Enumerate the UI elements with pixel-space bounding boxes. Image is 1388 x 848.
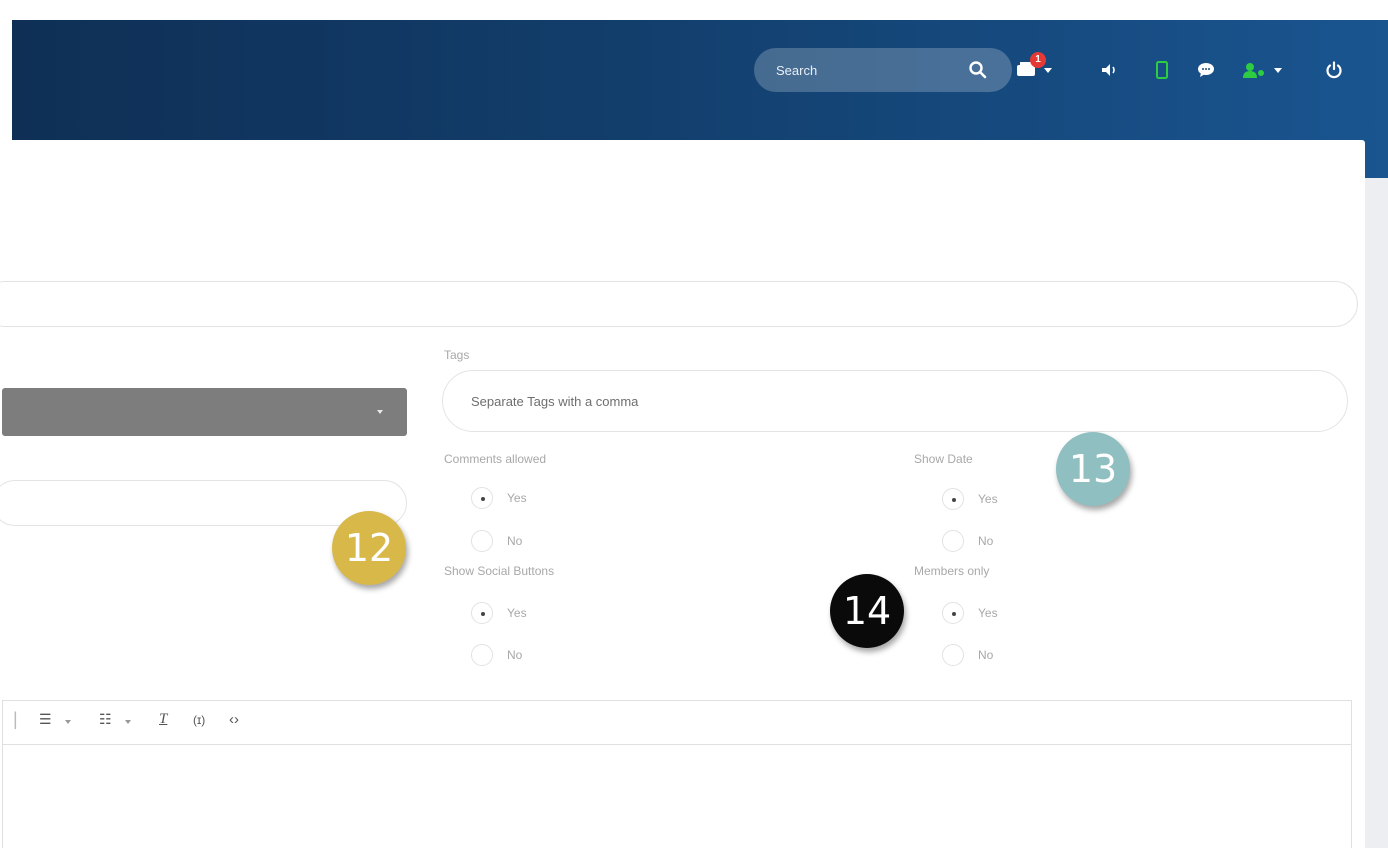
mobile-icon[interactable] [1150, 58, 1174, 82]
search-box[interactable] [754, 48, 1012, 92]
radio-label: Yes [978, 492, 998, 506]
radio-label: No [507, 648, 523, 662]
comments-allowed-label: Comments allowed [444, 452, 547, 466]
chevron-down-icon[interactable] [65, 720, 71, 724]
radio-label: Yes [978, 606, 998, 620]
user-menu[interactable] [1242, 58, 1282, 82]
radio-label: Yes [507, 491, 527, 505]
members-only-no[interactable]: No [942, 644, 993, 666]
radio-label: No [507, 534, 523, 548]
radio-unchecked-icon[interactable] [471, 530, 493, 552]
radio-checked-icon[interactable] [942, 488, 964, 510]
show-social-buttons-yes[interactable]: Yes [471, 602, 527, 624]
comments-allowed-yes[interactable]: Yes [471, 487, 527, 509]
title-input[interactable] [0, 281, 1358, 327]
post-form-card: Tags Comments allowed Yes No Show Social… [0, 140, 1365, 848]
show-date-yes[interactable]: Yes [942, 488, 998, 510]
power-icon[interactable] [1322, 58, 1346, 82]
notification-badge: 1 [1030, 51, 1046, 68]
marker-13: 13 [1056, 432, 1130, 506]
search-input[interactable] [776, 60, 956, 80]
user-icon [1243, 63, 1264, 78]
members-only-label: Members only [914, 564, 990, 578]
notification-icon: 1 [1016, 51, 1046, 83]
rich-text-editor[interactable]: | ☰ ☷ T (ɪ) ‹› [2, 700, 1352, 848]
show-date-no[interactable]: No [942, 530, 993, 552]
radio-unchecked-icon[interactable] [471, 644, 493, 666]
chevron-down-icon[interactable] [125, 720, 131, 724]
show-social-buttons-no[interactable]: No [471, 644, 522, 666]
marker-14: 14 [830, 574, 904, 648]
bulleted-list-icon[interactable]: ☰ [39, 711, 52, 728]
radio-unchecked-icon[interactable] [942, 530, 964, 552]
chevron-down-icon [1274, 67, 1282, 73]
marker-12: 12 [332, 511, 406, 585]
speaker-icon[interactable] [1098, 58, 1122, 82]
category-select[interactable] [2, 388, 407, 436]
radio-unchecked-icon[interactable] [942, 644, 964, 666]
radio-label: No [978, 648, 994, 662]
show-date-label: Show Date [914, 452, 973, 466]
search-icon[interactable] [968, 60, 988, 80]
members-only-yes[interactable]: Yes [942, 602, 998, 624]
notifications-menu[interactable]: 1 [1016, 51, 1052, 83]
radio-label: No [978, 534, 994, 548]
editor-toolbar: | ☰ ☷ T (ɪ) ‹› [3, 701, 1351, 745]
toolbar-divider: | [13, 709, 18, 729]
numbered-list-icon[interactable]: ☷ [99, 711, 112, 728]
show-social-buttons-label: Show Social Buttons [444, 564, 555, 578]
clear-format-icon[interactable]: T [159, 711, 167, 728]
radio-checked-icon[interactable] [471, 602, 493, 624]
radio-label: Yes [507, 606, 527, 620]
placeholder-icon[interactable]: (ɪ) [193, 713, 205, 727]
page-gutter [1365, 178, 1388, 848]
tags-label: Tags [444, 348, 470, 362]
chevron-down-icon [1044, 67, 1052, 73]
comments-allowed-no[interactable]: No [471, 530, 522, 552]
chat-icon[interactable] [1194, 58, 1218, 82]
radio-checked-icon[interactable] [471, 487, 493, 509]
source-code-icon[interactable]: ‹› [229, 711, 239, 728]
chevron-down-icon [377, 410, 383, 414]
radio-checked-icon[interactable] [942, 602, 964, 624]
tags-input[interactable] [442, 370, 1348, 432]
